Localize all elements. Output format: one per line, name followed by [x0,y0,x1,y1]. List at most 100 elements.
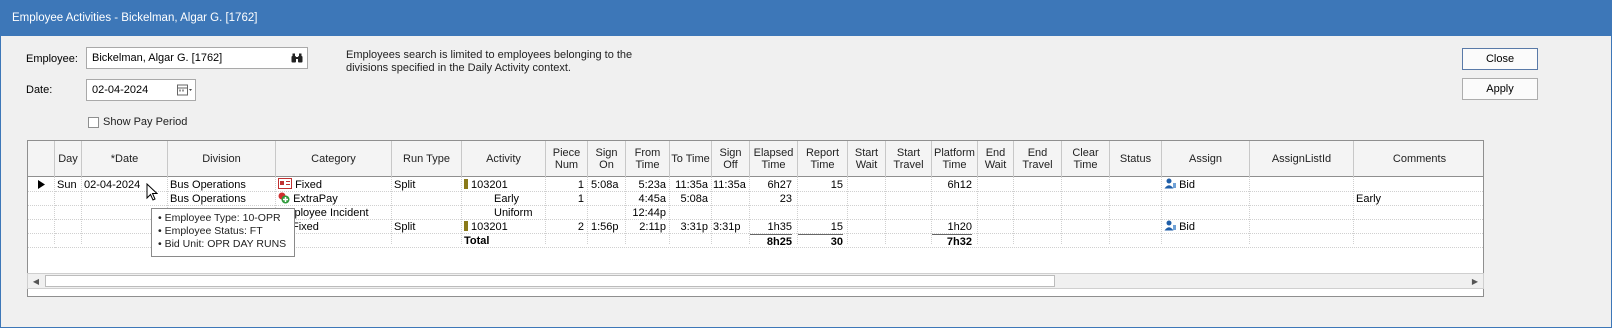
cell-sign-on[interactable]: 1:56p [591,220,619,234]
cell-report[interactable]: 15 [798,178,843,192]
show-pay-period-label: Show Pay Period [103,116,188,128]
col-elapsed-time[interactable]: Elapsed Time [750,141,798,177]
cell-category[interactable]: Fixed [292,220,319,234]
col-comments[interactable]: Comments [1354,141,1483,177]
cell-division[interactable]: Bus Operations [170,192,246,206]
col-sign-on[interactable]: Sign On [588,141,626,177]
cell-category[interactable]: ExtraPay [278,192,338,206]
cell-report[interactable]: 15 [798,220,843,234]
cursor-icon [146,183,158,201]
cell-elapsed[interactable]: 6h27 [750,178,792,192]
grid-header: Day *Date Division Category Run Type Act… [28,141,1483,177]
cell-platform[interactable]: 1h20 [932,220,972,234]
col-end-travel[interactable]: End Travel [1014,141,1062,177]
col-end-wait[interactable]: End Wait [978,141,1014,177]
window-title: Employee Activities - Bickelman, Algar G… [0,0,1612,36]
cell-activity[interactable]: Early [494,192,519,206]
cell-piece-num[interactable]: 1 [546,178,584,192]
tooltip-line: • Employee Status: FT [158,225,263,237]
col-platform-time[interactable]: Platform Time [932,141,978,177]
col-status[interactable]: Status [1110,141,1162,177]
cell-run-type[interactable]: Split [394,220,415,234]
cell-comments[interactable]: Early [1356,192,1381,206]
col-piece-num[interactable]: Piece Num [546,141,588,177]
col-report-time[interactable]: Report Time [798,141,848,177]
cell-run-type[interactable]: Split [394,178,415,192]
cell-category[interactable]: Fixed [278,178,322,192]
row-selector[interactable] [28,206,55,220]
tooltip-line: • Employee Type: 10-OPR [158,212,281,224]
search-note: Employees search is limited to employees… [346,49,633,74]
col-category[interactable]: Category [276,141,392,177]
cell-activity[interactable]: 103201 [464,220,508,234]
date-label: Date: [26,84,53,96]
col-activity[interactable]: Activity [462,141,546,177]
col-start-travel[interactable]: Start Travel [886,141,932,177]
cell-from-time[interactable]: 2:11p [626,220,666,234]
cell-from-time[interactable]: 5:23a [626,178,666,192]
close-button[interactable]: Close [1462,48,1538,70]
binoculars-icon[interactable] [288,49,306,67]
col-assignlistid[interactable]: AssignListId [1250,141,1354,177]
scroll-left-icon[interactable]: ◀ [28,274,44,288]
col-division[interactable]: Division [168,141,276,177]
cell-sign-off[interactable]: 11:35a [713,178,746,192]
activity-marker [464,179,468,189]
assign-text: Bid [1179,221,1195,233]
row-selector[interactable] [28,192,55,206]
total-label: Total [464,235,490,247]
cell-sign-on[interactable]: 5:08a [591,178,619,192]
cell-assign[interactable]: Bid [1164,220,1195,234]
col-run-type[interactable]: Run Type [392,141,462,177]
row-header-corner [28,141,55,177]
cell-piece-num[interactable]: 1 [546,192,584,206]
checkbox-box[interactable] [88,116,99,128]
cell-from-time[interactable]: 12:44p [626,206,666,220]
col-to-time[interactable]: To Time [670,141,712,177]
category-text: ExtraPay [293,193,338,205]
cell-to-time[interactable]: 5:08a [670,192,708,206]
activity-text: 103201 [471,221,508,233]
cell-from-time[interactable]: 4:45a [626,192,666,206]
col-from-time[interactable]: From Time [626,141,670,177]
tooltip-line: • Bid Unit: OPR DAY RUNS [158,238,287,250]
fixed-category-icon [278,178,292,189]
row-selector-current[interactable] [28,178,55,192]
row-selector[interactable] [28,220,55,234]
col-start-wait[interactable]: Start Wait [848,141,886,177]
cell-piece-num[interactable]: 2 [546,220,584,234]
employee-tooltip: • Employee Type: 10-OPR • Employee Statu… [151,208,295,257]
scrollbar-thumb[interactable] [45,275,1055,287]
cell-to-time[interactable]: 11:35a [670,178,708,192]
cell-elapsed[interactable]: 1h35 [750,220,792,234]
cell-division[interactable]: Bus Operations [170,178,246,192]
cell-elapsed[interactable]: 23 [750,192,792,206]
col-clear-time[interactable]: Clear Time [1062,141,1110,177]
total-report: 30 [798,234,843,248]
activity-text: 103201 [471,179,508,191]
apply-button[interactable]: Apply [1462,78,1538,100]
scroll-right-icon[interactable]: ▶ [1467,274,1483,288]
employee-label: Employee: [26,53,78,65]
calendar-icon[interactable] [175,81,195,99]
cell-to-time[interactable]: 3:31p [670,220,708,234]
cell-date[interactable]: 02-04-2024 [84,178,140,192]
cell-platform[interactable]: 6h12 [932,178,972,192]
employee-field-value: Bickelman, Algar G. [1762] [92,52,223,64]
col-sign-off[interactable]: Sign Off [712,141,750,177]
row-selector[interactable] [28,234,55,248]
cell-sign-off[interactable]: 3:31p [713,220,741,234]
col-day[interactable]: Day [55,141,82,177]
cell-assign[interactable]: Bid [1164,178,1195,192]
assign-text: Bid [1179,179,1195,191]
cell-activity[interactable]: Uniform [494,206,533,220]
cell-day[interactable]: Sun [57,178,77,192]
col-date[interactable]: *Date [82,141,168,177]
horizontal-scrollbar[interactable]: ◀ ▶ [27,273,1484,289]
person-icon [1164,220,1176,231]
cell-activity[interactable]: 103201 [464,178,508,192]
col-assign[interactable]: Assign [1162,141,1250,177]
show-pay-period-checkbox[interactable]: Show Pay Period [88,116,187,128]
category-text: Fixed [295,179,322,191]
employee-field[interactable]: Bickelman, Algar G. [1762] [86,47,308,69]
